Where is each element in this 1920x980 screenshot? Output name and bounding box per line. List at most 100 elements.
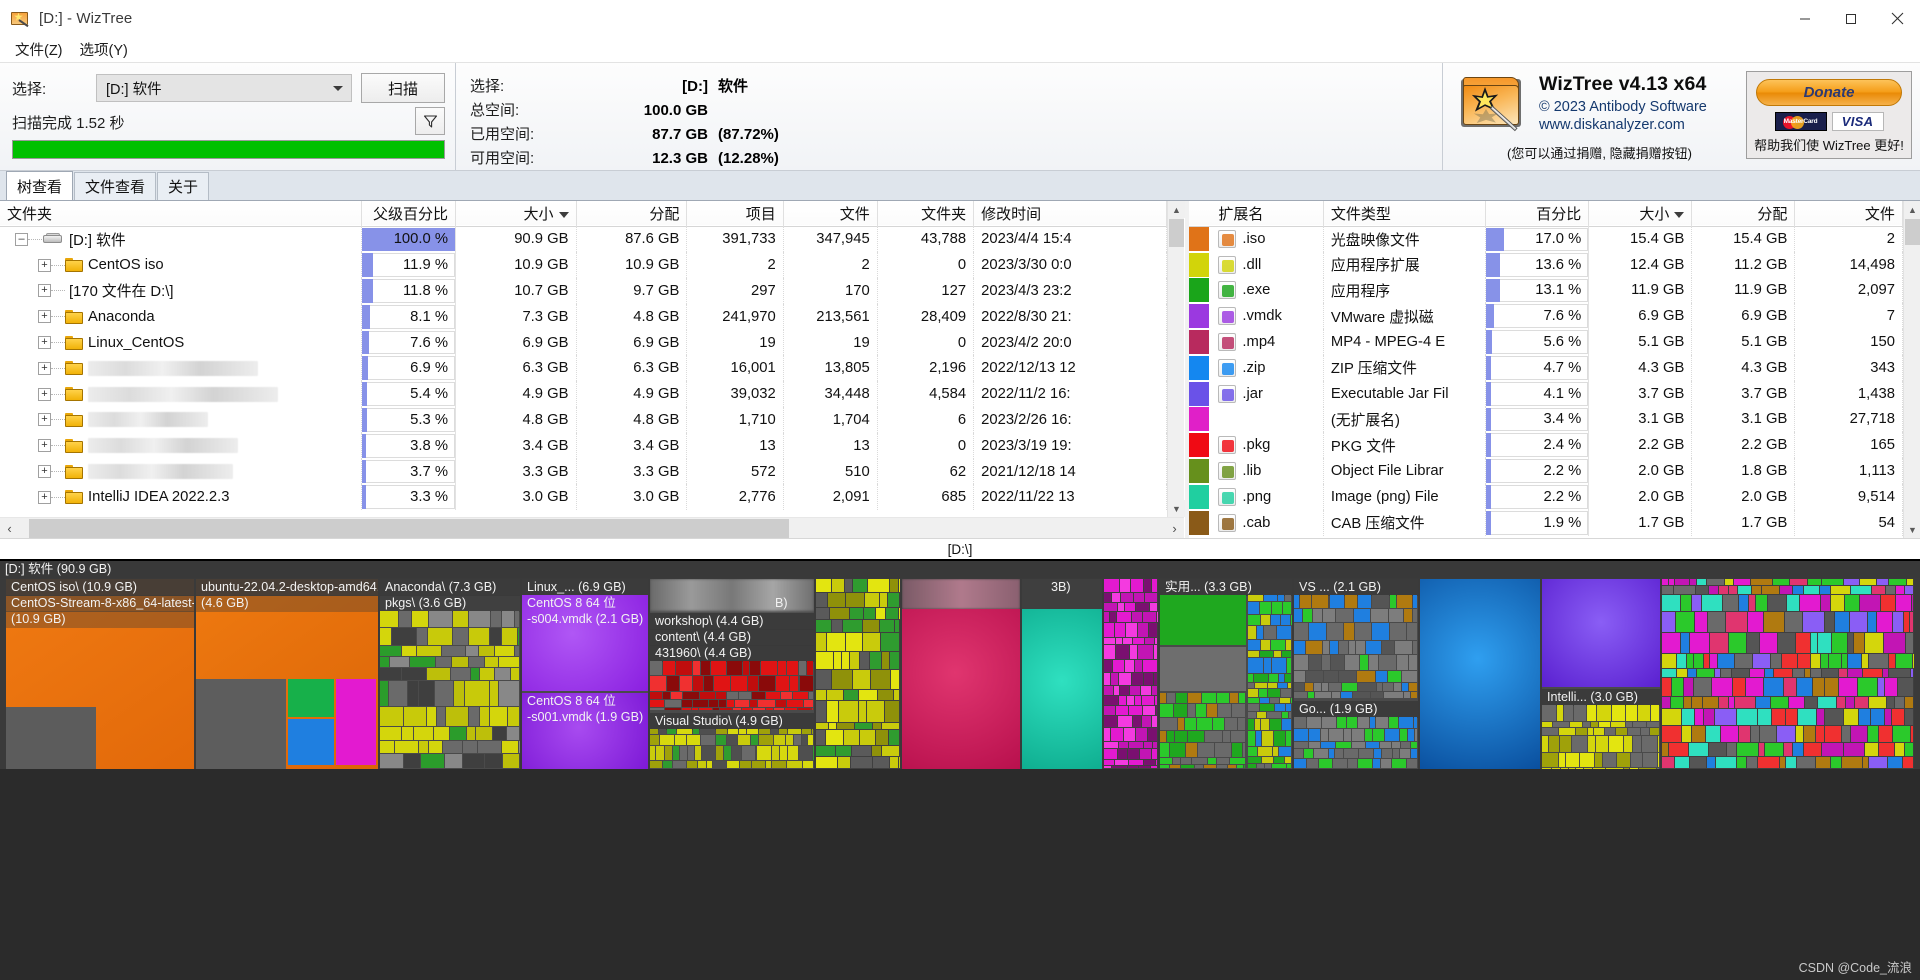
treemap-block[interactable] [1143,579,1151,593]
scroll-right-icon[interactable]: › [1165,519,1184,538]
treemap-block[interactable] [1772,579,1789,585]
treemap-block[interactable] [1212,718,1224,730]
treemap-block[interactable] [1248,601,1260,614]
treemap-block[interactable] [751,735,759,746]
treemap-block[interactable] [1344,748,1359,758]
treemap-block[interactable] [741,746,756,761]
treemap-block[interactable] [787,729,801,735]
treemap-block[interactable] [1737,742,1758,756]
treemap-block[interactable] [1737,585,1752,595]
treemap-block[interactable] [1876,579,1889,585]
treemap-block[interactable] [650,691,662,699]
treemap-block[interactable] [737,735,751,746]
treemap-block[interactable] [1694,708,1703,725]
treemap-block[interactable] [391,628,416,645]
treemap-block[interactable] [1658,736,1660,753]
table-row[interactable]: +5.4 % 4.9 GB 4.9 GB 39,032 34,448 4,584 2022/… [0,381,1167,408]
scroll-up-icon[interactable]: ▲ [1903,201,1920,218]
treemap-block[interactable] [1120,593,1133,602]
treemap-block[interactable] [1571,736,1588,753]
treemap-block[interactable] [1175,731,1187,743]
treemap-block[interactable] [1631,753,1643,768]
treemap-block[interactable] [1257,711,1266,718]
treemap-block[interactable] [1111,593,1120,602]
treemap-node-vs[interactable]: VS ... (2.1 GB) Go... (1.9 GB) [1294,579,1418,769]
treemap-block[interactable] [1280,697,1291,703]
treemap-block[interactable] [1284,756,1291,763]
treemap-block[interactable] [1764,611,1784,633]
treemap-block[interactable] [712,761,726,768]
treemap-block[interactable] [1905,708,1913,725]
treemap-block[interactable] [827,592,845,607]
treemap-block[interactable] [1872,585,1886,595]
treemap-block[interactable] [650,661,663,676]
treemap-block[interactable] [899,757,900,768]
treemap-block[interactable] [1128,705,1142,716]
treemap-block[interactable] [662,691,671,699]
table-row[interactable]: + IntelliJ IDEA 2022.2.3 3.3 % 3.0 GB 3.0 GB… [0,484,1167,511]
treemap-block[interactable] [1248,595,1263,601]
tree-col-files[interactable]: 文件 [783,201,878,226]
ext-col-files[interactable]: 文件 [1794,201,1903,226]
treemap-block[interactable] [380,657,389,667]
treemap-block[interactable] [1842,725,1851,742]
treemap-block[interactable] [426,706,436,726]
treemap-block[interactable] [1143,660,1157,673]
treemap-block[interactable] [1825,678,1839,697]
treemap-block[interactable] [1877,611,1892,633]
treemap-block[interactable] [816,670,832,690]
treemap-block[interactable] [1354,622,1371,640]
treemap-block[interactable] [1851,725,1868,742]
treemap-block[interactable] [1662,585,1673,595]
treemap-block[interactable] [1767,595,1787,611]
maximize-button[interactable] [1828,1,1874,37]
treemap-block[interactable] [1650,705,1659,721]
treemap-block[interactable] [380,726,402,740]
treemap-block[interactable] [1243,743,1245,757]
treemap-block[interactable] [1272,601,1283,614]
treemap-block[interactable] [1260,697,1269,703]
treemap-block[interactable] [891,670,899,690]
treemap-block[interactable] [660,735,674,746]
treemap-block[interactable] [402,667,427,681]
treemap-block[interactable] [1788,697,1805,708]
treemap-block[interactable] [869,651,881,669]
treemap-block[interactable] [1616,727,1627,736]
treemap-block[interactable] [1263,595,1278,601]
treemap-block[interactable] [697,761,706,768]
treemap-block[interactable] [1375,670,1388,683]
treemap-block[interactable] [774,708,785,710]
treemap-block[interactable] [1718,697,1728,708]
treemap-block[interactable] [862,619,879,632]
treemap-block[interactable] [1143,759,1156,765]
treemap-block[interactable] [733,708,742,710]
treemap-block[interactable] [1144,593,1157,602]
treemap-block[interactable] [667,676,679,691]
treemap-block[interactable] [816,651,833,669]
treemap-block[interactable] [1127,765,1138,768]
treemap-block[interactable] [1575,768,1583,769]
treemap-group[interactable] [1294,717,1418,769]
treemap-block[interactable] [807,661,813,676]
treemap-block[interactable] [1892,708,1905,725]
treemap-block[interactable] [663,661,676,676]
treemap-block[interactable] [1167,731,1175,743]
treemap-block[interactable] [1153,673,1157,685]
treemap-block[interactable] [1594,727,1605,736]
treemap-block[interactable] [830,607,849,619]
treemap-block[interactable] [700,735,716,746]
treemap-block[interactable] [850,651,859,669]
treemap-block[interactable] [1372,759,1380,768]
treemap-block[interactable] [1203,765,1216,768]
treemap-block[interactable] [1847,633,1853,654]
treemap-block[interactable] [1843,579,1859,585]
treemap-block[interactable] [843,690,859,701]
treemap-block[interactable] [1376,717,1388,729]
treemap-block[interactable] [1128,749,1139,759]
treemap-block[interactable] [1306,759,1319,768]
treemap-block[interactable] [1194,765,1203,768]
treemap-block[interactable] [1895,585,1904,595]
treemap-block[interactable] [1291,614,1292,625]
treemap-block[interactable] [802,735,808,746]
treemap-block[interactable] [692,661,700,676]
